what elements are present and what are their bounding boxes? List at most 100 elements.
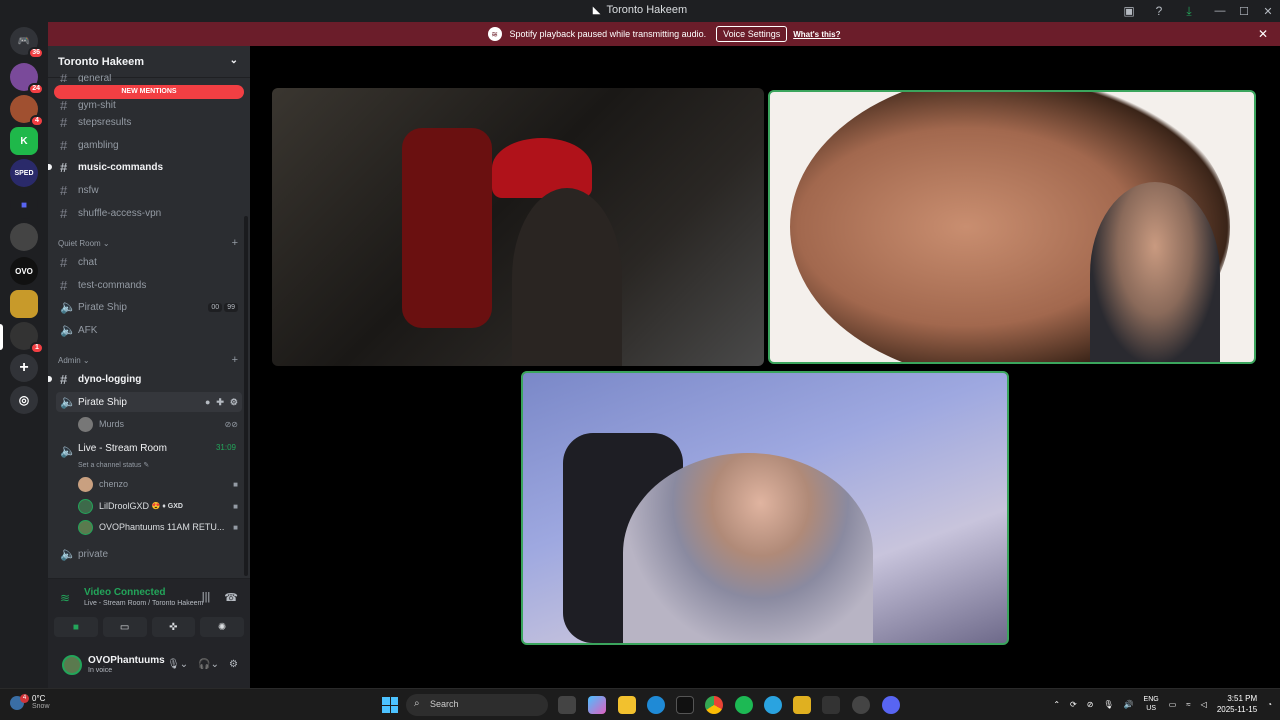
sidebar-scrollbar[interactable] [244,216,248,576]
server-icon[interactable]: OVO [10,257,38,285]
copilot-icon[interactable] [588,696,606,714]
help-icon[interactable]: ? [1148,0,1170,22]
telegram-icon[interactable] [764,696,782,714]
speaker-icon[interactable]: ◁ [1201,700,1207,709]
chat-icon[interactable]: ● [205,397,210,408]
volume-icon[interactable]: 🔊 [1124,700,1134,709]
video-tile-chenzo[interactable] [272,88,764,366]
server-icon[interactable]: K [10,127,38,155]
avatar[interactable] [62,655,82,675]
channel-chat[interactable]: # chat [56,252,242,272]
chrome-icon[interactable] [705,696,723,714]
chevron-up-icon[interactable]: ⌃ [1053,700,1060,709]
minimize-button[interactable]: — [1208,0,1232,22]
category-admin[interactable]: Admin ⌄ + [56,354,242,366]
voice-user-ovophantuums[interactable]: OVOPhantuums 11AM RETU... ■ [78,517,242,537]
microphone-icon[interactable]: 🎙⌄ [167,659,188,670]
channel-stepsresults[interactable]: # stepsresults [56,112,242,132]
app-icon[interactable] [822,696,840,714]
lang-primary: ENG [1143,696,1159,703]
wifi-icon[interactable]: ≈ [1186,700,1190,709]
voice-user-chenzo[interactable]: chenzo ■ [78,474,242,494]
new-mentions-bar[interactable]: NEW MENTIONS [54,85,244,99]
signal-icon[interactable]: ≋ [60,591,70,605]
channel-label: chat [78,256,97,268]
headphones-icon[interactable]: 🎧⌄ [198,659,219,670]
file-explorer-icon[interactable] [618,696,636,714]
app-icon[interactable] [793,696,811,714]
channel-music-commands[interactable]: # music-commands [48,157,242,177]
edge-icon[interactable] [647,696,665,714]
voice-user-murds[interactable]: Murds ⊘⊘ [78,414,242,434]
voice-channel-pirate-ship-admin[interactable]: 🔈 Pirate Ship ● ✚ ⚙ [56,392,242,412]
activities-button[interactable]: ✜ [151,617,196,637]
user-count-badge: 00 99 [208,302,238,312]
notification-icon[interactable]: ◔ [1267,700,1272,709]
unread-indicator [48,164,52,170]
microphone-icon[interactable]: 🎙 [1103,700,1113,709]
discord-icon[interactable] [882,696,900,714]
channel-label: private [78,548,109,560]
voice-user-lildrool[interactable]: LilDroolGXD 😍 ♦ GXD ■ [78,496,242,516]
download-icon[interactable]: ⤓ [1178,0,1200,22]
add-channel-icon[interactable]: + [232,237,238,249]
discover-icon[interactable]: ◎ [10,386,38,414]
sync-icon[interactable]: ⟳ [1070,700,1077,709]
username[interactable]: OVOPhantuums [88,655,165,666]
weather-widget[interactable]: 4 0°C Snow [10,694,50,710]
channel-test-commands[interactable]: # test-commands [56,275,242,295]
channel-general[interactable]: # general [56,74,242,82]
voice-location[interactable]: Live - Stream Room / Toronto Hakeem [84,600,203,607]
screen-share-button[interactable]: ▭ [102,617,147,637]
speaker-icon: 🔈 [60,546,77,561]
add-server-icon[interactable]: + [10,354,38,382]
soundboard-button[interactable]: ✺ [200,617,244,637]
language-indicator[interactable]: ENG US [1144,695,1159,713]
invite-icon[interactable]: ✚ [216,397,224,408]
maximize-button[interactable]: ☐ [1232,0,1256,22]
voice-channel-pirate-ship[interactable]: 🔈 Pirate Ship 00 99 [56,297,242,317]
network-off-icon[interactable]: ⊘ [1087,700,1094,709]
voice-settings-button[interactable]: Voice Settings [716,26,788,42]
whats-this-link[interactable]: What's this? [793,30,840,39]
weather-condition: Snow [32,703,50,710]
video-tile-ovophantuums[interactable] [521,371,1009,645]
voice-channel-afk[interactable]: 🔈 AFK [56,320,242,340]
hash-icon: # [60,182,68,198]
task-view-icon[interactable] [558,696,576,714]
home-button[interactable]: 🎮 36 [10,27,44,59]
capcut-icon[interactable] [676,696,694,714]
channel-gambling[interactable]: # gambling [56,135,242,155]
start-button[interactable] [382,697,398,713]
gear-icon[interactable]: ⚙ [230,397,238,408]
app-icon[interactable] [852,696,870,714]
disconnect-icon[interactable]: ☎ [224,591,238,604]
server-icon[interactable]: SPED [10,159,38,187]
display-icon[interactable]: ▭ [1169,700,1177,709]
server-icon[interactable]: 1 [10,322,44,354]
clock[interactable]: 3:51 PM 2025-11-15 [1217,693,1257,715]
channel-shuffle[interactable]: # shuffle-access-vpn [56,203,242,223]
server-icon[interactable]: 24 [10,63,44,95]
voice-channel-private[interactable]: 🔈 private [56,544,242,564]
channel-dyno-logging[interactable]: # dyno-logging [48,369,242,389]
server-icon[interactable] [10,223,38,251]
taskbar-search[interactable]: ⌕ Search [406,694,548,716]
category-quiet-room[interactable]: Quiet Room ⌄ + [56,237,242,249]
add-channel-icon[interactable]: + [232,354,238,366]
server-icon[interactable]: 4 [10,95,44,127]
noise-suppression-icon[interactable]: ||| [202,591,211,604]
video-tile-lildrool[interactable] [768,90,1256,364]
channel-gym[interactable]: # gym-shit [56,100,242,110]
gear-icon[interactable]: ⚙ [229,659,238,670]
channel-nsfw[interactable]: # nsfw [56,180,242,200]
camera-button[interactable]: ■ [54,617,98,637]
close-icon[interactable]: ✕ [1258,27,1268,41]
channel-status-prompt[interactable]: Set a channel status ✎ [78,461,149,469]
inbox-icon[interactable]: ▣ [1118,0,1140,22]
hash-icon: # [60,205,68,221]
spotify-icon[interactable] [735,696,753,714]
server-icon[interactable] [10,290,38,318]
server-icon[interactable]: ■ [10,191,38,219]
close-window-button[interactable]: ✕ [1256,0,1280,22]
